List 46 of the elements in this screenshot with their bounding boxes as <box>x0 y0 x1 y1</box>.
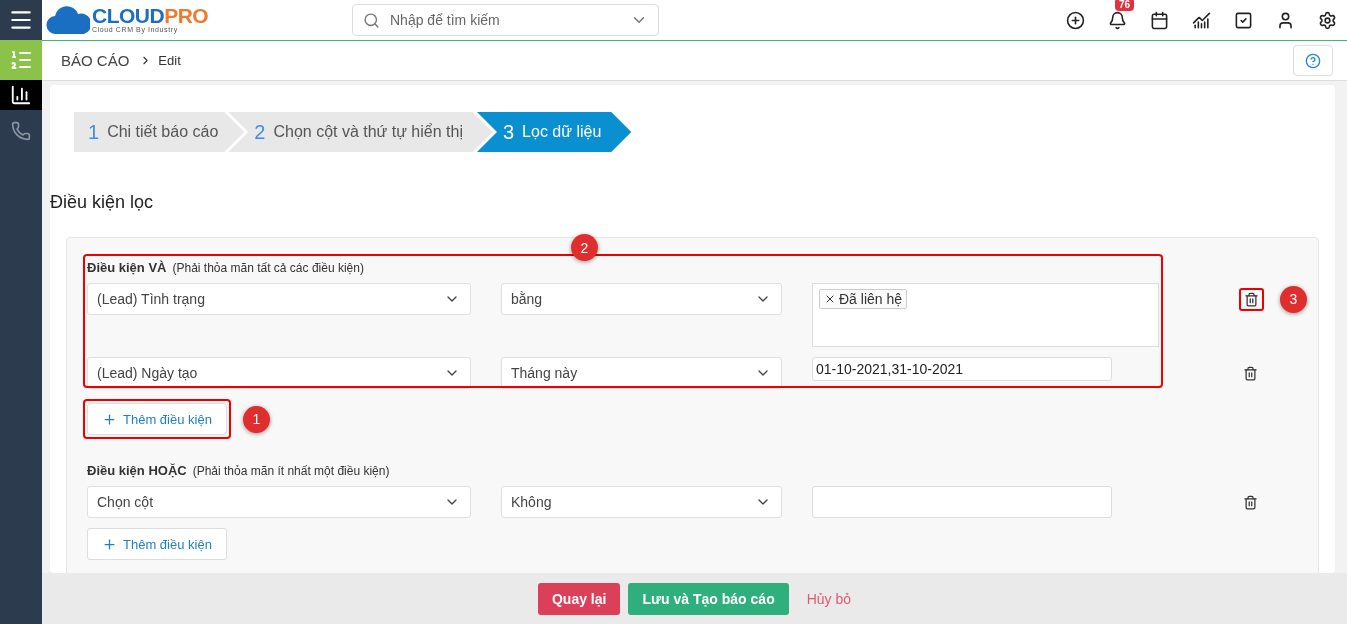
value-field[interactable]: Đã liên hệ <box>812 283 1159 347</box>
phone-icon <box>11 121 31 141</box>
annotation-marker: 3 <box>1280 285 1307 313</box>
wizard-step[interactable]: 2 Chọn cột và thứ tự hiển thị <box>228 112 493 152</box>
wizard-step[interactable]: 3 Lọc dữ liệu <box>476 112 632 152</box>
add-condition-button[interactable]: Thêm điều kiện <box>87 403 227 435</box>
cloud-logo-icon <box>46 4 90 36</box>
column-select[interactable]: (Lead) Tình trạng <box>87 283 471 315</box>
group-title: Điều kiện HOẶC <box>87 463 187 478</box>
operator-select[interactable]: Không <box>501 486 782 518</box>
value-field[interactable]: 01-10-2021,31-10-2021 <box>812 357 1112 381</box>
column-select[interactable]: (Lead) Ngày tạo <box>87 357 471 389</box>
add-condition-button[interactable]: Thêm điều kiện <box>87 528 227 560</box>
plus-icon <box>102 536 117 552</box>
group-note: (Phải thỏa mãn tất cả các điều kiện) <box>172 261 364 275</box>
help-icon <box>1305 52 1321 69</box>
trash-icon <box>1243 365 1258 381</box>
report-list-icon <box>9 48 33 72</box>
group-title: Điều kiện VÀ <box>87 260 167 275</box>
logo-text: CLOUDPRO <box>92 6 209 26</box>
delete-button[interactable] <box>1239 287 1264 311</box>
notification-badge: 76 <box>1115 0 1135 11</box>
wizard-step[interactable]: 1 Chi tiết báo cáo <box>74 112 245 152</box>
value-field[interactable] <box>812 486 1112 518</box>
help-button[interactable] <box>1293 45 1333 76</box>
search-field[interactable]: Nhập để tìm kiếm <box>352 4 659 36</box>
column-select[interactable]: Chọn cột <box>87 486 471 518</box>
breadcrumb-page: Edit <box>158 53 181 68</box>
annotation-marker: 1 <box>242 405 270 433</box>
trash-icon <box>1244 291 1259 307</box>
operator-select[interactable]: bằng <box>501 283 782 315</box>
trash-icon <box>1243 494 1258 510</box>
back-button[interactable]: Quay lại <box>537 582 621 615</box>
plus-icon <box>102 411 117 427</box>
breadcrumb-section[interactable]: BÁO CÁO <box>61 52 130 69</box>
sidebar-item[interactable] <box>0 80 42 110</box>
delete-button[interactable] <box>1243 494 1258 510</box>
section-title: Điều kiện lọc <box>50 192 155 213</box>
operator-select[interactable]: Tháng này <box>501 357 782 389</box>
bar-chart-icon <box>10 84 32 106</box>
search-icon <box>363 11 380 29</box>
remove-icon[interactable] <box>824 293 836 305</box>
delete-button[interactable] <box>1243 365 1258 381</box>
value-tag[interactable]: Đã liên hệ <box>819 289 908 309</box>
group-note: (Phải thỏa mãn ít nhất một điều kiện) <box>192 464 390 478</box>
annotation-marker: 2 <box>571 234 598 261</box>
